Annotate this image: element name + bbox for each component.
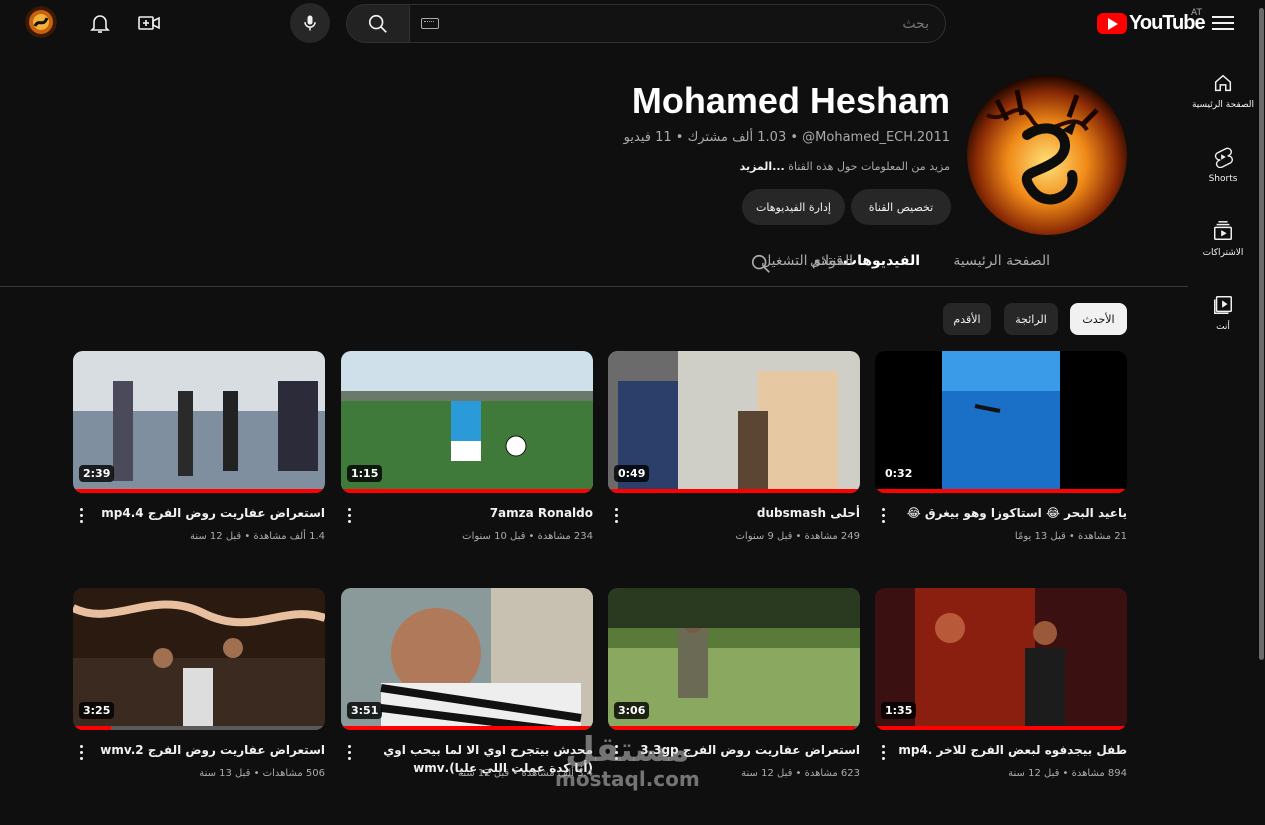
video-thumbnail[interactable]: 0:32 xyxy=(875,351,1127,493)
more-actions-icon[interactable] xyxy=(879,745,887,763)
search-button[interactable] xyxy=(346,4,410,43)
video-title[interactable]: استعراض عفاريت روض الفرج 3.3gp xyxy=(630,741,860,759)
youtube-play-icon xyxy=(1097,12,1127,34)
scrollbar-thumb[interactable] xyxy=(1259,8,1264,660)
video-thumbnail[interactable]: 3:25 xyxy=(73,588,325,730)
video-duration: 1:35 xyxy=(881,702,917,719)
country-code: AT xyxy=(1191,8,1202,18)
create-icon[interactable] xyxy=(137,11,161,35)
search-input[interactable] xyxy=(408,4,946,43)
video-title[interactable]: استعراض عفاريت روض الفرج wmv.2 xyxy=(95,741,325,759)
channel-more-info[interactable]: مزيد من المعلومات حول هذه القناة ...المز… xyxy=(740,160,950,173)
video-duration: 3:06 xyxy=(614,702,650,719)
video-title[interactable]: ياعيد البحر 😂 استاكوزا وهو بيغرق 😂 xyxy=(897,504,1127,522)
guide-item-home[interactable]: الصفحة الرئيسية xyxy=(1188,72,1258,110)
video-duration: 2:39 xyxy=(79,465,115,482)
more-actions-icon[interactable] xyxy=(77,508,85,526)
manage-videos-button[interactable]: إدارة الفيديوهات xyxy=(742,189,845,225)
watch-progress-bar xyxy=(875,726,1127,730)
more-actions-icon[interactable] xyxy=(612,508,620,526)
more-actions-icon[interactable] xyxy=(77,745,85,763)
guide-label: الاشتراكات xyxy=(1202,248,1244,258)
keyboard-icon[interactable] xyxy=(421,18,439,29)
watch-progress-bar xyxy=(341,726,593,730)
customize-channel-button[interactable]: تخصيص القناة xyxy=(851,189,951,225)
more-actions-icon[interactable] xyxy=(879,508,887,526)
account-avatar[interactable] xyxy=(25,6,57,38)
video-meta: 1.4 ألف مشاهدة • قبل 12 سنة xyxy=(189,531,325,542)
video-duration: 3:25 xyxy=(79,702,115,719)
guide-item-shorts[interactable]: Shorts xyxy=(1188,146,1258,184)
more-info-text: مزيد من المعلومات حول هذه القناة xyxy=(788,160,950,173)
guide-label: الصفحة الرئيسية xyxy=(1191,100,1255,110)
guide-label: أنت xyxy=(1216,322,1230,332)
watch-progress-bar xyxy=(73,726,111,730)
tab-community[interactable]: المنتدى xyxy=(810,253,853,269)
more-actions-icon[interactable] xyxy=(345,745,353,763)
video-duration: 3:51 xyxy=(347,702,383,719)
more-link[interactable]: ...المزيد xyxy=(740,160,785,173)
video-duration: 0:32 xyxy=(881,465,917,482)
bell-icon[interactable] xyxy=(88,11,112,35)
video-thumbnail[interactable]: 3:51 xyxy=(341,588,593,730)
tab-videos[interactable]: الفيديوهات xyxy=(843,253,920,269)
guide-item-you[interactable]: أنت xyxy=(1188,294,1258,332)
video-meta: 234 مشاهدة • قبل 10 سنوات xyxy=(462,531,593,542)
watch-progress-bar xyxy=(608,489,860,493)
video-meta: 3.4 ألف مشاهدة • قبل 12 سنة xyxy=(457,768,593,779)
channel-avatar[interactable] xyxy=(967,75,1127,235)
channel-meta: ‎@Mohamed_ECH.2011 • ‏1.03 ألف مشترك • ‏… xyxy=(623,130,950,145)
video-meta: 623 مشاهدة • قبل 12 سنة xyxy=(741,768,860,779)
video-title[interactable]: طفل بيجدفوه لبعض الفرج للاخر .mp4 xyxy=(897,741,1127,759)
shorts-icon xyxy=(1214,147,1233,168)
watch-progress-bar xyxy=(608,726,855,730)
video-meta: 21 مشاهدة • قبل 13 يومًا xyxy=(1014,531,1127,542)
video-thumbnail[interactable]: 1:35 xyxy=(875,588,1127,730)
more-actions-icon[interactable] xyxy=(345,508,353,526)
watch-progress-bar xyxy=(73,489,325,493)
video-meta: 506 مشاهدات • قبل 13 سنة xyxy=(199,768,325,779)
channel-tabs: الصفحة الرئيسية الفيديوهات قوائم التشغيل… xyxy=(0,246,1188,287)
more-actions-icon[interactable] xyxy=(612,745,620,763)
channel-name: Mohamed Hesham xyxy=(631,80,950,121)
channel-search-icon[interactable] xyxy=(750,253,772,275)
watch-progress-bar xyxy=(875,489,1127,493)
you-icon xyxy=(1214,296,1232,314)
guide-item-subscriptions[interactable]: الاشتراكات xyxy=(1188,220,1258,258)
video-thumbnail[interactable]: 2:39 xyxy=(73,351,325,493)
video-duration: 0:49 xyxy=(614,465,650,482)
voice-search-button[interactable] xyxy=(290,3,330,43)
tab-home[interactable]: الصفحة الرئيسية xyxy=(953,253,1050,269)
watch-progress-bar xyxy=(341,489,593,493)
chip-oldest[interactable]: الأقدم xyxy=(943,303,991,335)
video-title[interactable]: 7amza Ronaldo xyxy=(363,504,593,522)
video-meta: 249 مشاهدة • قبل 9 سنوات xyxy=(735,531,860,542)
masthead: YouTube AT xyxy=(0,0,1247,46)
video-meta: 894 مشاهدة • قبل 12 سنة xyxy=(1008,768,1127,779)
mic-icon xyxy=(304,15,316,31)
subscriptions-icon xyxy=(1214,221,1232,240)
watch-progress-track xyxy=(73,726,325,730)
search-box xyxy=(346,4,946,43)
search-icon xyxy=(368,14,387,33)
video-thumbnail[interactable]: 1:15 xyxy=(341,351,593,493)
menu-icon[interactable] xyxy=(1210,12,1236,34)
video-title[interactable]: أحلى dubsmash xyxy=(630,504,860,522)
video-thumbnail[interactable]: 0:49 xyxy=(608,351,860,493)
home-icon xyxy=(1214,74,1232,92)
video-title[interactable]: استعراض عفاريت روض الفرج mp4.4 xyxy=(95,504,325,522)
youtube-logo[interactable]: YouTube AT xyxy=(1097,8,1206,34)
video-thumbnail[interactable]: 3:06 xyxy=(608,588,860,730)
video-duration: 1:15 xyxy=(347,465,383,482)
chip-latest[interactable]: الأحدث xyxy=(1070,303,1127,335)
chip-popular[interactable]: الرائجة xyxy=(1004,303,1058,335)
guide-label: Shorts xyxy=(1208,174,1238,184)
